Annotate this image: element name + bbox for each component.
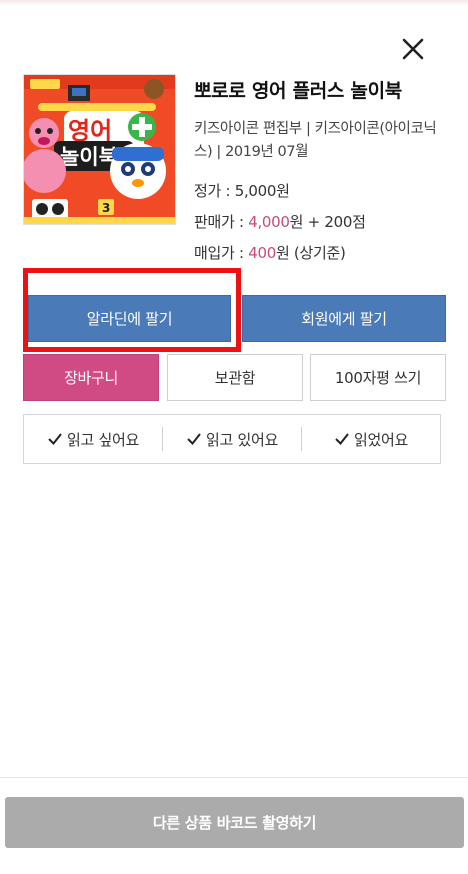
book-title: 뽀로로 영어 플러스 놀이북 [194,80,402,102]
list-price-label: 정가 : [194,182,235,200]
sale-price-row: 판매가 : 4,000원 + 200점 [194,211,454,233]
reading-now-label: 읽고 있어요 [206,430,278,449]
sale-price-unit: 원 + 200점 [289,213,366,231]
list-price-row: 정가 : 5,000원 [194,180,454,202]
buy-price-row: 매입가 : 400원 (상기준) [194,242,454,264]
top-edge [0,0,468,6]
write-review-button[interactable]: 100자평 쓰기 [310,354,446,401]
save-button[interactable]: 보관함 [167,354,303,401]
close-icon[interactable] [398,34,428,64]
scan-other-barcode-button[interactable]: 다른 상품 바코드 촬영하기 [5,797,464,848]
buy-price-label: 매입가 : [194,244,249,262]
sell-to-aladin-button[interactable]: 알라딘에 팔기 [28,295,231,342]
list-price-value: 5,000원 [234,182,290,200]
cover-title-text: 영어 [68,117,112,145]
book-info: 뽀로로 영어 플러스 놀이북 키즈아이콘 편집부 | 키즈아이콘(아이코닉스) … [194,78,454,264]
finished-reading-label: 읽었어요 [353,430,408,449]
check-icon [334,432,350,446]
reading-now-button[interactable]: 읽고 있어요 [162,427,301,451]
buy-price-value: 400 [248,244,276,262]
cover-subtitle-text: 놀이북 [60,145,118,169]
finished-reading-button[interactable]: 읽었어요 [301,427,440,451]
sale-price-label: 판매가 : [194,213,249,231]
cart-button[interactable]: 장바구니 [23,354,159,401]
check-icon [186,432,202,446]
cover-volume-text: 3 [102,201,110,215]
book-authors: 키즈아이콘 편집부 | 키즈아이콘(아이코닉스) | 2019년 07월 [194,121,437,160]
reading-status-bar: 읽고 싶어요 읽고 있어요 읽었어요 [23,414,441,464]
sell-to-member-button[interactable]: 회원에게 팔기 [242,295,446,342]
want-to-read-label: 읽고 싶어요 [67,430,139,449]
want-to-read-button[interactable]: 읽고 싶어요 [24,427,162,451]
check-icon [47,432,63,446]
buy-price-unit: 원 (상기준) [275,244,346,262]
book-cover-image: 영어 놀이북 3 [23,74,176,225]
sale-price-value: 4,000 [248,213,290,231]
